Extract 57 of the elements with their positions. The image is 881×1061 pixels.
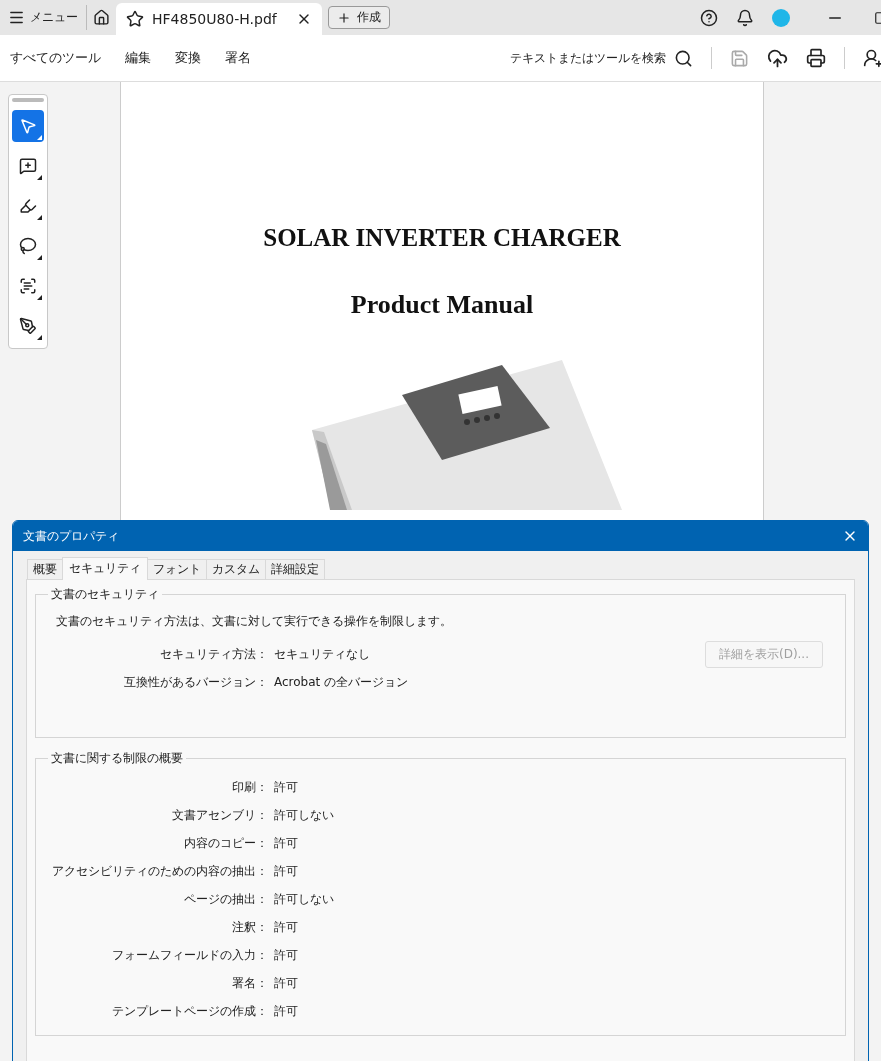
- field-value: Acrobat の全バージョン: [274, 673, 410, 691]
- field-value: 許可: [274, 778, 299, 796]
- field-label: 印刷：: [231, 778, 269, 796]
- dialog-title: 文書のプロパティ: [23, 527, 120, 545]
- cloud-upload-icon[interactable]: [767, 47, 788, 69]
- field-label: ページの抽出：: [183, 890, 269, 908]
- group-legend: 文書に関する制限の概要: [48, 750, 186, 767]
- field-label: 注釈：: [231, 918, 269, 936]
- field-value: 許可: [274, 946, 299, 964]
- dialog-tab[interactable]: 詳細設定: [265, 559, 325, 579]
- dialog-tab[interactable]: セキュリティ: [62, 557, 148, 580]
- field-value: 許可: [274, 834, 299, 852]
- field-label: 署名：: [231, 974, 269, 992]
- search-icon[interactable]: [674, 48, 693, 68]
- dialog-tab[interactable]: 概要: [27, 559, 63, 579]
- bell-icon[interactable]: [736, 8, 754, 27]
- pointer-icon: [19, 117, 37, 135]
- field-value: 許可しない: [274, 806, 335, 824]
- field-label: 内容のコピー：: [183, 834, 269, 852]
- home-icon: [93, 9, 110, 26]
- field-value: 許可: [274, 918, 299, 936]
- pen-icon: [19, 317, 37, 335]
- description-text: 文書のセキュリティ方法は、文書に対して実行できる操作を制限します。: [56, 613, 453, 630]
- menu-item[interactable]: 署名: [225, 49, 251, 67]
- field-label: 文書アセンブリ：: [171, 806, 269, 824]
- group-legend: 文書のセキュリティ: [48, 586, 162, 603]
- text-frame-icon: [19, 277, 37, 295]
- search-label[interactable]: テキストまたはツールを検索: [510, 49, 666, 67]
- comment-plus-icon: [19, 157, 37, 175]
- field-label: テンプレートページの作成：: [111, 1002, 269, 1020]
- plus-icon: [337, 10, 351, 25]
- menu-button[interactable]: メニュー: [8, 5, 87, 30]
- help-icon[interactable]: [700, 8, 718, 27]
- star-icon[interactable]: [126, 10, 144, 28]
- field-label: アクセシビリティのための内容の抽出：: [51, 862, 269, 880]
- create-button[interactable]: 作成: [328, 6, 390, 29]
- menu-item[interactable]: 編集: [125, 49, 151, 67]
- field-value: 許可しない: [274, 890, 335, 908]
- field-value: 許可: [274, 862, 299, 880]
- field-label: セキュリティ方法：: [159, 645, 269, 663]
- document-title: SOLAR INVERTER CHARGER: [263, 224, 621, 252]
- tab-title: HF4850U80-H.pdf: [152, 11, 278, 27]
- field-label: 互換性があるバージョン：: [123, 673, 269, 691]
- document-tab[interactable]: HF4850U80-H.pdf: [116, 3, 322, 35]
- document-subtitle: Product Manual: [350, 290, 534, 320]
- field-value: セキュリティなし: [274, 645, 371, 663]
- highlighter-icon: [19, 197, 37, 215]
- field-value: 許可: [274, 1002, 299, 1020]
- print-icon[interactable]: [806, 48, 826, 68]
- menu-item[interactable]: 変換: [175, 49, 201, 67]
- lasso-icon: [19, 237, 37, 255]
- field-label: フォームフィールドの入力：: [111, 946, 269, 964]
- menu-item[interactable]: すべてのツール: [10, 49, 101, 67]
- field-value: 許可: [274, 974, 299, 992]
- home-button[interactable]: [93, 9, 110, 26]
- user-plus-icon[interactable]: [863, 48, 881, 68]
- menu-icon: [8, 9, 25, 26]
